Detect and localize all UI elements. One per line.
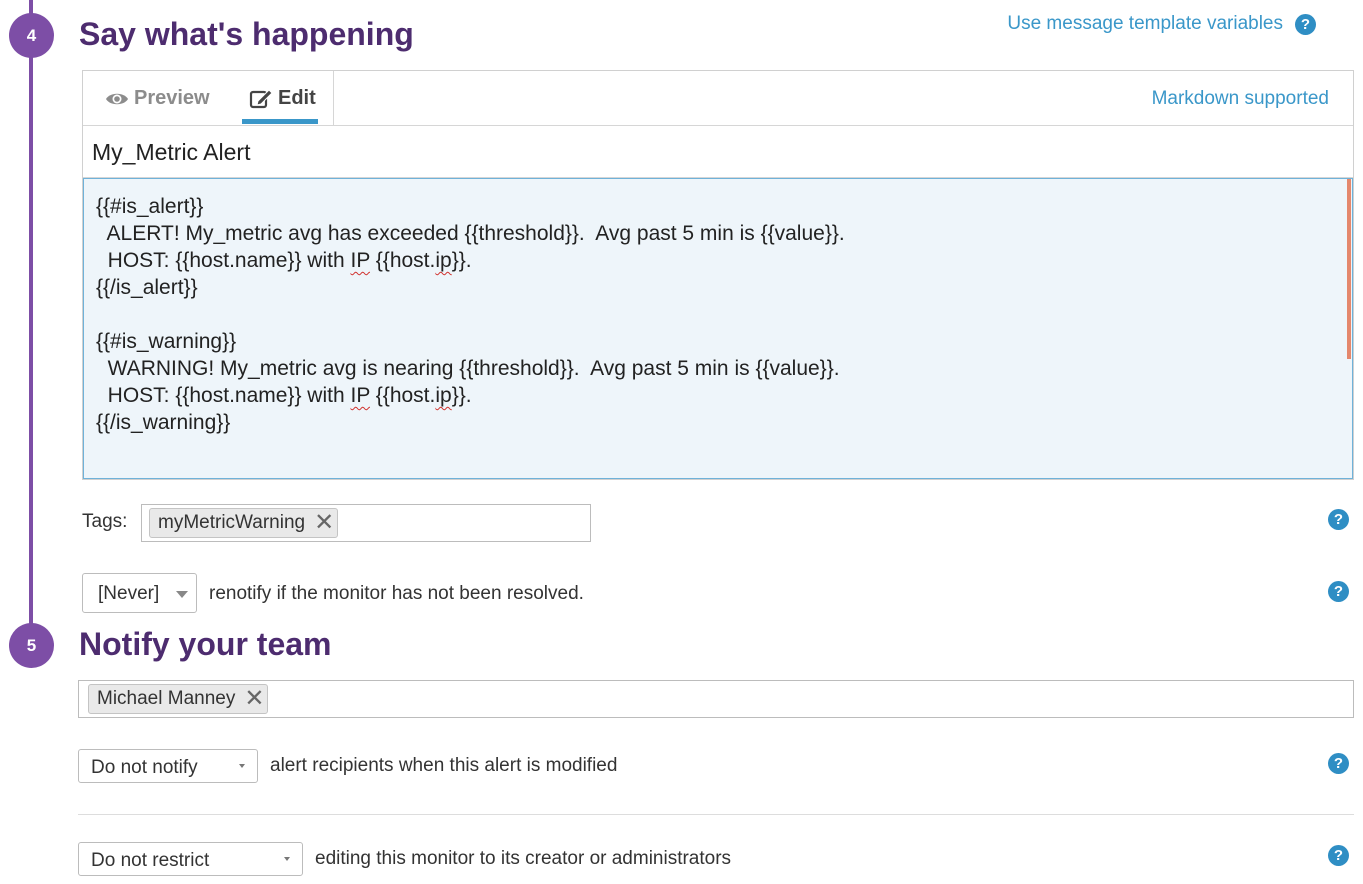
tab-edit-label: Edit xyxy=(278,87,316,109)
body-line: {{/is_alert}} xyxy=(96,276,198,299)
chevron-down-icon xyxy=(176,591,188,598)
step-rail xyxy=(29,0,33,646)
message-body-text: {{#is_alert}} ALERT! My_metric avg has e… xyxy=(84,179,1352,436)
recipient-chip: Michael Manney ✕ xyxy=(88,684,269,714)
spellcheck-word: IP xyxy=(350,249,370,272)
recipient-chip-label: Michael Manney xyxy=(97,688,236,709)
section-title-say-whats-happening: Say what's happening xyxy=(79,16,414,52)
spellcheck-word: IP xyxy=(350,384,370,407)
active-tab-indicator xyxy=(242,119,318,124)
tab-edit[interactable]: Edit xyxy=(249,87,316,110)
divider xyxy=(78,814,1354,815)
tab-preview-label: Preview xyxy=(134,87,210,109)
step-5-badge: 5 xyxy=(9,623,54,668)
body-scrollbar[interactable] xyxy=(1342,179,1352,478)
spellcheck-word: ip xyxy=(435,384,452,407)
remove-tag-icon[interactable]: ✕ xyxy=(314,511,337,535)
help-icon[interactable]: ? xyxy=(1295,13,1316,35)
tags-input[interactable]: myMetricWarning ✕ xyxy=(141,504,591,542)
spellcheck-word: ip xyxy=(435,249,452,272)
renotify-description: renotify if the monitor has not been res… xyxy=(209,583,584,604)
markdown-supported-link[interactable]: Markdown supported xyxy=(1152,88,1329,110)
message-editor: Preview Edit Markdown supported My_Metri… xyxy=(82,70,1354,480)
body-line: {{#is_alert}} xyxy=(96,195,204,218)
remove-recipient-icon[interactable]: ✕ xyxy=(244,687,267,711)
renotify-help-icon[interactable]: ? xyxy=(1328,581,1349,602)
body-scrollbar-thumb[interactable] xyxy=(1347,179,1351,359)
restrict-editing-description: editing this monitor to its creator or a… xyxy=(315,848,732,869)
editor-tabbar: Preview Edit Markdown supported xyxy=(83,71,1353,126)
editor-tab-group: Preview Edit xyxy=(83,71,334,125)
tab-preview[interactable]: Preview xyxy=(105,87,210,110)
notify-help-icon[interactable]: ? xyxy=(1328,753,1349,774)
template-variables-link-row: Use message template variables ? xyxy=(1007,13,1316,35)
tag-chip: myMetricWarning ✕ xyxy=(149,508,339,538)
template-variables-link[interactable]: Use message template variables xyxy=(1007,13,1283,35)
body-line-host-alert: HOST: {{host.name}} with IP {{host.ip}}. xyxy=(96,249,472,272)
chevron-down-icon xyxy=(284,857,290,861)
tags-help-icon[interactable]: ? xyxy=(1328,509,1349,530)
body-line-host-warning: HOST: {{host.name}} with IP {{host.ip}}. xyxy=(96,384,472,407)
notify-on-modify-description: alert recipients when this alert is modi… xyxy=(270,755,618,776)
message-body-textarea[interactable]: {{#is_alert}} ALERT! My_metric avg has e… xyxy=(83,178,1353,479)
body-line: ALERT! My_metric avg has exceeded {{thre… xyxy=(96,222,845,245)
subject-input[interactable]: My_Metric Alert xyxy=(83,126,1353,178)
notify-on-modify-value: Do not notify xyxy=(91,757,198,778)
chevron-down-icon xyxy=(239,764,245,768)
pencil-square-icon xyxy=(249,88,273,108)
tags-label: Tags: xyxy=(82,511,128,532)
recipients-input[interactable]: Michael Manney ✕ xyxy=(78,680,1354,718)
body-line: {{/is_warning}} xyxy=(96,411,231,434)
renotify-select-value: [Never] xyxy=(98,583,160,604)
section-title-notify-your-team: Notify your team xyxy=(79,626,332,662)
eye-icon xyxy=(106,93,128,104)
notify-on-modify-select[interactable]: Do not notify xyxy=(78,749,258,783)
body-line: WARNING! My_metric avg is nearing {{thre… xyxy=(96,357,840,380)
restrict-help-icon[interactable]: ? xyxy=(1328,845,1349,866)
restrict-editing-select[interactable]: Do not restrict xyxy=(78,842,303,876)
body-line: {{#is_warning}} xyxy=(96,330,237,353)
tag-chip-label: myMetricWarning xyxy=(158,512,306,533)
renotify-select[interactable]: [Never] xyxy=(82,573,197,613)
step-4-badge: 4 xyxy=(9,13,54,58)
restrict-editing-value: Do not restrict xyxy=(91,850,210,871)
